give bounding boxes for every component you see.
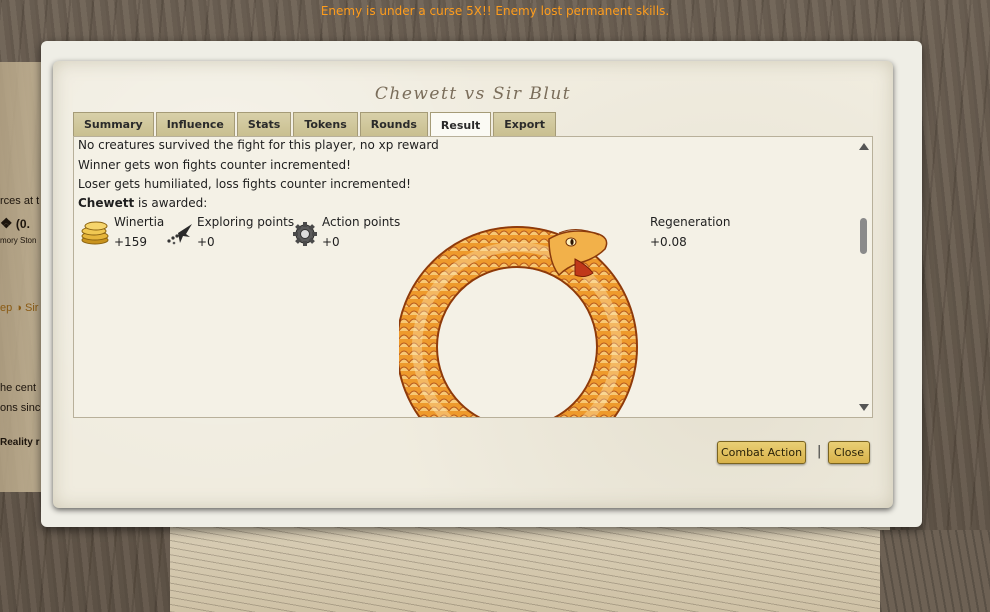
reward-value-exploring: +0 xyxy=(197,235,215,249)
tab-result[interactable]: Result xyxy=(429,112,492,137)
scroll-up-arrow-icon[interactable] xyxy=(859,143,869,150)
gear-icon xyxy=(290,221,320,251)
reward-value-action: +0 xyxy=(322,235,340,249)
reward-label-exploring: Exploring points xyxy=(197,215,295,229)
background-bark-bottom xyxy=(880,530,990,612)
scroll-down-arrow-icon[interactable] xyxy=(859,404,869,411)
bg-text-memory: mory Ston xyxy=(0,236,37,245)
result-panel: No creatures survived the fight for this… xyxy=(73,136,873,418)
button-separator: | xyxy=(817,444,822,459)
bg-link-fragment[interactable]: ep ◑ Sir xyxy=(0,302,38,314)
bg-text-reality: Reality r xyxy=(0,437,40,448)
tab-stats[interactable]: Stats xyxy=(236,112,292,136)
dialog-tabs: Summary Influence Stats Tokens Rounds Re… xyxy=(73,112,558,137)
reward-label-winertia: Winertia xyxy=(114,215,165,229)
tab-influence[interactable]: Influence xyxy=(155,112,235,136)
reward-label-regeneration: Regeneration xyxy=(650,215,731,229)
tab-export[interactable]: Export xyxy=(493,112,556,136)
result-line-xp: No creatures survived the fight for this… xyxy=(78,138,439,152)
tab-rounds[interactable]: Rounds xyxy=(359,112,428,136)
result-line-winner: Winner gets won fights counter increment… xyxy=(78,158,351,172)
awarded-suffix: is awarded: xyxy=(134,196,208,210)
close-button[interactable]: Close xyxy=(828,441,870,464)
reward-value-regeneration: +0.08 xyxy=(650,235,687,249)
curse-notice: Enemy is under a curse 5X!! Enemy lost p… xyxy=(320,4,670,18)
ouroboros-icon xyxy=(396,219,649,417)
bg-text-value: ❖ (0. xyxy=(0,215,30,231)
dialog-title: Chewett vs Sir Blut xyxy=(374,84,572,104)
bg-text-sources: rces at t xyxy=(0,195,40,207)
tab-summary[interactable]: Summary xyxy=(73,112,154,136)
bg-text-since: ons sinc xyxy=(0,402,41,414)
result-scrollbar[interactable] xyxy=(857,138,871,416)
reward-label-action: Action points xyxy=(322,215,401,229)
coins-icon xyxy=(80,219,110,249)
background-sketch xyxy=(170,525,890,612)
combat-action-button[interactable]: Combat Action xyxy=(717,441,806,464)
scroll-thumb[interactable] xyxy=(860,218,867,254)
reward-value-winertia: +159 xyxy=(114,235,147,249)
result-line-awarded: Chewett is awarded: xyxy=(78,196,207,210)
awarded-player: Chewett xyxy=(78,196,135,210)
result-line-loser: Loser gets humiliated, loss fights count… xyxy=(78,177,411,191)
bg-text-center: he cent xyxy=(0,382,37,394)
tab-tokens[interactable]: Tokens xyxy=(293,112,358,136)
exploring-icon xyxy=(166,221,194,249)
